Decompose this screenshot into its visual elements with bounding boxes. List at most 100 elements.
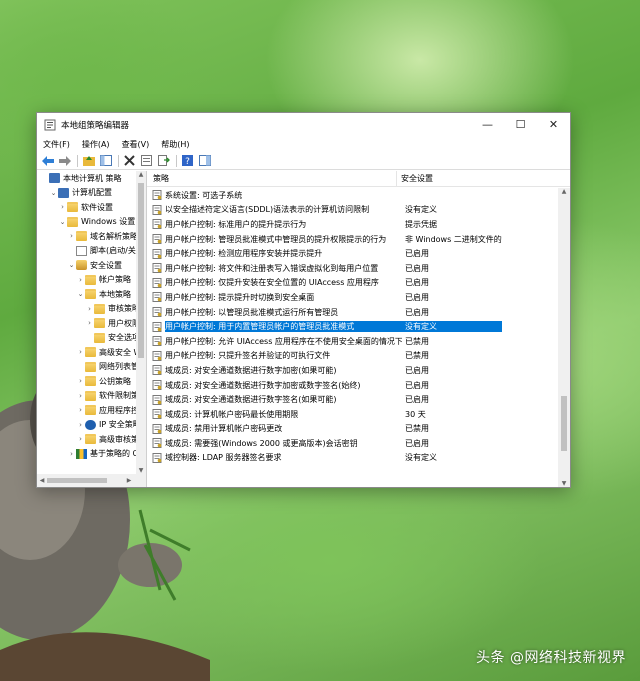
policy-security-setting: 已启用 (405, 278, 429, 288)
properties-icon[interactable] (139, 153, 154, 168)
close-button[interactable]: ✕ (537, 113, 570, 136)
collapsed-chevron-icon[interactable]: › (76, 435, 85, 443)
back-icon[interactable] (40, 153, 55, 168)
tree-node[interactable]: ⌄ 安全设置 (37, 258, 137, 273)
policy-row[interactable]: 域成员: 对安全通道数据进行数字签名(如果可能) 已启用 (147, 392, 558, 407)
collapsed-chevron-icon[interactable]: › (85, 305, 94, 313)
scroll-up-icon[interactable]: ▲ (136, 171, 146, 178)
delete-icon[interactable] (122, 153, 137, 168)
policy-setting-icon (152, 365, 162, 376)
tree-node[interactable]: 安全选项 (37, 331, 137, 346)
up-folder-icon[interactable] (81, 153, 96, 168)
tree-node[interactable]: › 帐户策略 (37, 273, 137, 288)
tree-node[interactable]: 网络列表管理器策略 (37, 360, 137, 375)
list-scroll-down-icon[interactable]: ▼ (558, 480, 570, 487)
policy-setting-icon (152, 219, 162, 230)
expanded-chevron-icon[interactable]: ⌄ (67, 261, 76, 269)
folder-icon (67, 202, 78, 213)
tree-horizontal-scrollbar[interactable]: ◀ ▶ (37, 474, 146, 487)
tree-node[interactable]: ⌄ Windows 设置 (37, 215, 137, 230)
column-header-setting[interactable]: 安全设置 (397, 173, 433, 184)
collapsed-chevron-icon[interactable]: › (76, 421, 85, 429)
policy-row[interactable]: 域控制器: LDAP 服务器签名要求 没有定义 (147, 451, 558, 466)
show-pane-icon[interactable] (197, 153, 212, 168)
forward-icon[interactable] (57, 153, 72, 168)
policy-row[interactable]: 域成员: 对安全通道数据进行数字加密(如果可能) 已启用 (147, 363, 558, 378)
tree-vertical-scrollbar[interactable]: ▲ ▼ (136, 171, 146, 474)
collapsed-chevron-icon[interactable]: › (67, 450, 76, 458)
help-icon[interactable]: ? (180, 153, 195, 168)
tree-node[interactable]: › 应用程序控制策略 (37, 403, 137, 418)
tree-node-label: 应用程序控制策略 (99, 405, 137, 415)
tree-hscroll-thumb[interactable] (47, 478, 107, 483)
expanded-chevron-icon[interactable]: ⌄ (58, 218, 67, 226)
collapsed-chevron-icon[interactable]: › (76, 276, 85, 284)
policy-row[interactable]: 域成员: 需要强(Windows 2000 或更高版本)会话密钥 已启用 (147, 436, 558, 451)
maximize-button[interactable]: ☐ (504, 113, 537, 136)
list-scroll-up-icon[interactable]: ▲ (558, 188, 570, 195)
title-bar: 本地组策略编辑器 — ☐ ✕ (37, 113, 570, 136)
tree-node[interactable]: › IP 安全策略，在 本地计算机 (37, 418, 137, 433)
collapsed-chevron-icon[interactable]: › (67, 232, 76, 240)
tree-node[interactable]: › 高级审核策略配置 (37, 432, 137, 447)
toolbar-separator (176, 154, 177, 167)
policy-row[interactable]: 用户帐户控制: 以管理员批准模式运行所有管理员 已启用 (147, 305, 558, 320)
policy-row[interactable]: 用户帐户控制: 标准用户的提升提示行为 提示凭据 (147, 217, 558, 232)
scroll-right-icon[interactable]: ▶ (124, 477, 134, 484)
collapsed-chevron-icon[interactable]: › (76, 348, 85, 356)
minimize-button[interactable]: — (471, 113, 504, 136)
list-vertical-scrollbar[interactable]: ▲ ▼ (558, 188, 570, 487)
tree-node[interactable]: ⌄ 计算机配置 (37, 186, 137, 201)
tree-node[interactable]: › 用户权限分配 (37, 316, 137, 331)
policy-row[interactable]: 用户帐户控制: 管理员批准模式中管理员的提升权限提示的行为 非 Windows 二… (147, 232, 558, 247)
menu-file[interactable]: 文件(F) (43, 139, 76, 150)
policy-row[interactable]: 用户帐户控制: 将文件和注册表写入错误虚拟化到每用户位置 已启用 (147, 261, 558, 276)
tree-node[interactable]: › 高级安全 Windows Defender 防火墙 (37, 345, 137, 360)
tree-scroll-thumb[interactable] (138, 183, 144, 358)
show-hide-tree-icon[interactable] (98, 153, 113, 168)
policy-row[interactable]: 域成员: 计算机帐户密码最长使用期限 30 天 (147, 407, 558, 422)
toolbar-separator (77, 154, 78, 167)
expanded-chevron-icon[interactable]: ⌄ (49, 189, 58, 197)
policy-security-setting: 已启用 (405, 249, 429, 259)
policy-setting-icon (152, 190, 162, 201)
policy-row[interactable]: 用户帐户控制: 仅提升安装在安全位置的 UIAccess 应用程序 已启用 (147, 276, 558, 291)
policy-name: 域成员: 禁用计算机帐户密码更改 (165, 424, 283, 434)
menu-action[interactable]: 操作(A) (82, 139, 116, 150)
tree-node[interactable]: › 软件限制策略 (37, 389, 137, 404)
tree-node[interactable]: ⌄ 本地策略 (37, 287, 137, 302)
policy-row[interactable]: 用户帐户控制: 检测应用程序安装并提示提升 已启用 (147, 246, 558, 261)
tree-node[interactable]: › 审核策略 (37, 302, 137, 317)
tree-node[interactable]: 本地计算机 策略 (37, 171, 137, 186)
collapsed-chevron-icon[interactable]: › (76, 377, 85, 385)
tree-node-label: Windows 设置 (81, 217, 136, 227)
folder-open-icon (94, 332, 105, 343)
expanded-chevron-icon[interactable]: ⌄ (76, 290, 85, 298)
export-list-icon[interactable] (156, 153, 171, 168)
policy-row[interactable]: 用户帐户控制: 提示提升时切换到安全桌面 已启用 (147, 290, 558, 305)
tree-node[interactable]: › 域名解析策略 (37, 229, 137, 244)
policy-row[interactable]: 用户帐户控制: 只提升签名并验证的可执行文件 已禁用 (147, 349, 558, 364)
tree-node[interactable]: 脚本(启动/关机) (37, 244, 137, 259)
computer-policy-icon (49, 173, 60, 184)
list-scroll-thumb[interactable] (561, 396, 567, 451)
scroll-down-icon[interactable]: ▼ (136, 467, 146, 474)
policy-row[interactable]: 域成员: 对安全通道数据进行数字加密或数字签名(始终) 已启用 (147, 378, 558, 393)
policy-row[interactable]: 系统设置: 可选子系统 (147, 188, 558, 203)
collapsed-chevron-icon[interactable]: › (76, 392, 85, 400)
tree-node-label: 用户权限分配 (108, 318, 137, 328)
menu-view[interactable]: 查看(V) (122, 139, 156, 150)
collapsed-chevron-icon[interactable]: › (58, 203, 67, 211)
policy-row-selected[interactable]: 用户帐户控制: 用于内置管理员帐户的管理员批准模式 没有定义 (147, 319, 558, 334)
tree-node[interactable]: › 公钥策略 (37, 374, 137, 389)
tree-node[interactable]: › 软件设置 (37, 200, 137, 215)
policy-setting-icon (152, 248, 162, 259)
collapsed-chevron-icon[interactable]: › (85, 319, 94, 327)
tree-node[interactable]: › 基于策略的 QoS (37, 447, 137, 462)
policy-row[interactable]: 域成员: 禁用计算机帐户密码更改 已禁用 (147, 422, 558, 437)
scroll-left-icon[interactable]: ◀ (37, 477, 47, 484)
collapsed-chevron-icon[interactable]: › (76, 406, 85, 414)
policy-row[interactable]: 用户帐户控制: 允许 UIAccess 应用程序在不使用安全桌面的情况下提升权限… (147, 334, 558, 349)
menu-help[interactable]: 帮助(H) (161, 139, 195, 150)
policy-row[interactable]: 以安全描述符定义语言(SDDL)语法表示的计算机访问限制 没有定义 (147, 203, 558, 218)
